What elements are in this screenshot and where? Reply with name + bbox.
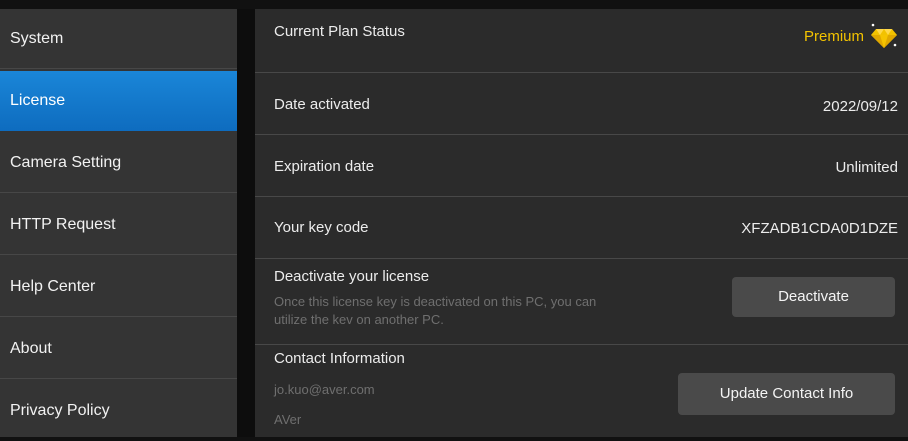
key-code-label: Your key code [274,219,369,236]
deactivate-button[interactable]: Deactivate [732,277,895,317]
sidebar-item-camera-setting[interactable]: Camera Setting [0,133,237,193]
sidebar-item-http-request[interactable]: HTTP Request [0,195,237,255]
expiration-date-value: Unlimited [835,159,898,176]
key-code-value: XFZADB1CDA0D1DZE [741,220,898,237]
contact-company: AVer [274,412,302,427]
plan-status-label: Current Plan Status [274,23,405,40]
sidebar-item-system[interactable]: System [0,9,237,69]
sidebar-item-about[interactable]: About [0,319,237,379]
contact-email: jo.kuo@aver.com [274,382,375,397]
sidebar-item-license[interactable]: License [0,71,237,131]
key-code-row: Your key code XFZADB1CDA0D1DZE [255,197,908,259]
plan-status-value: Premium [804,23,898,49]
deactivate-description-line1: Once this license key is deactivated on … [274,294,597,309]
plan-status-row: Current Plan Status Premium [255,9,908,73]
deactivate-description-line2: utilize the kev on another PC. [274,312,444,327]
panel-divider [237,9,255,437]
plan-status-text: Premium [803,27,864,45]
contact-info-row: Contact Information jo.kuo@aver.com AVer… [255,345,908,437]
contact-info-label: Contact Information [274,350,405,367]
deactivate-label: Deactivate your license [274,268,430,285]
date-activated-label: Date activated [274,96,370,113]
deactivate-row: Deactivate your license Once this licens… [255,259,908,345]
date-activated-row: Date activated 2022/09/12 [255,73,908,135]
date-activated-value: 2022/09/12 [822,98,898,115]
license-panel: Current Plan Status Premium Date activat… [255,9,908,437]
diamond-icon [871,23,897,48]
sidebar-item-help-center[interactable]: Help Center [0,257,237,317]
expiration-date-row: Expiration date Unlimited [255,135,908,197]
sidebar: System License Camera Setting HTTP Reque… [0,9,237,437]
expiration-date-label: Expiration date [274,158,375,175]
sidebar-item-privacy-policy[interactable]: Privacy Policy [0,381,237,441]
update-contact-info-button[interactable]: Update Contact Info [678,373,895,415]
